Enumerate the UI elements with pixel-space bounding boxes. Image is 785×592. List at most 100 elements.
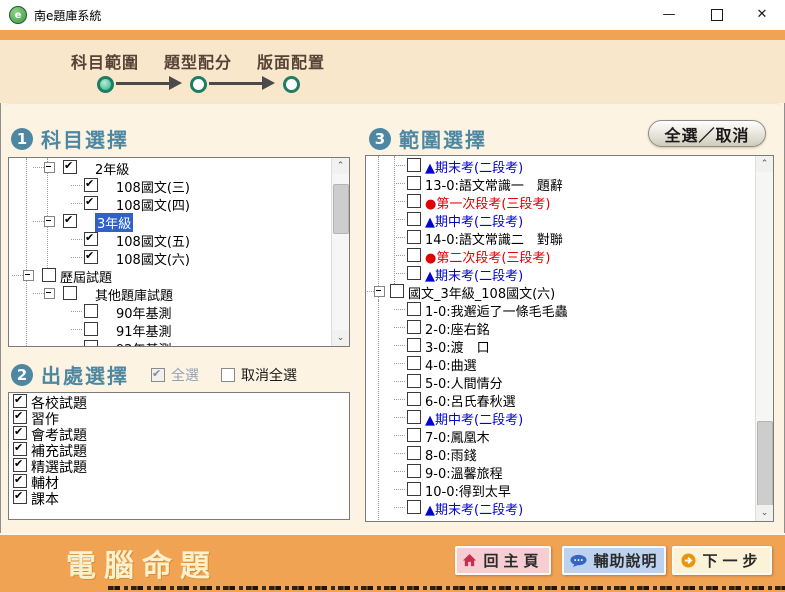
tree-item-checkbox[interactable]: [407, 482, 421, 496]
tree-item[interactable]: 其他題庫試題: [9, 284, 332, 302]
expand-collapse-icon[interactable]: [374, 286, 385, 297]
tree-item-checkbox[interactable]: [84, 196, 98, 210]
select-toggle-button[interactable]: 全選／取消: [648, 120, 766, 147]
source-item-checkbox[interactable]: [13, 394, 27, 408]
tree-item[interactable]: 91年基測: [9, 320, 332, 338]
select-all-checkbox-box[interactable]: [151, 368, 165, 382]
tree-item[interactable]: ▲期中考(二段考): [366, 408, 756, 426]
tree-item[interactable]: 108國文(五): [9, 230, 332, 248]
tree-item[interactable]: 90年基測: [9, 302, 332, 320]
tree-item[interactable]: 108國文(三): [9, 176, 332, 194]
tree-item-checkbox[interactable]: [407, 266, 421, 280]
source-list-item[interactable]: 輔材: [9, 473, 349, 489]
tree-item-checkbox[interactable]: [84, 322, 98, 336]
tree-item[interactable]: 108國文(六): [9, 248, 332, 266]
tree-item-checkbox[interactable]: [407, 230, 421, 244]
tree-item-checkbox[interactable]: [407, 248, 421, 262]
source-item-checkbox[interactable]: [13, 474, 27, 488]
tree-item-checkbox[interactable]: [407, 176, 421, 190]
tree-item-checkbox[interactable]: [84, 178, 98, 192]
source-item-checkbox[interactable]: [13, 426, 27, 440]
tree-item[interactable]: 2-0:座右銘: [366, 318, 756, 336]
tree-item-checkbox[interactable]: [407, 212, 421, 226]
source-item-checkbox[interactable]: [13, 410, 27, 424]
subject-tree-scrollbar[interactable]: ⌃ ⌄: [331, 158, 349, 346]
expand-collapse-icon[interactable]: [23, 270, 34, 281]
source-item-checkbox[interactable]: [13, 442, 27, 456]
tree-item[interactable]: 9-0:溫馨旅程: [366, 462, 756, 480]
source-list-item[interactable]: 課本: [9, 489, 349, 505]
tree-item[interactable]: 1-0:我邂逅了一條毛毛蟲: [366, 300, 756, 318]
deselect-all-checkbox-box[interactable]: [221, 368, 235, 382]
tree-item[interactable]: ▲期末考(二段考): [366, 498, 756, 516]
scroll-up-icon[interactable]: ⌃: [332, 158, 349, 174]
maximize-button[interactable]: [700, 0, 734, 29]
source-item-checkbox[interactable]: [13, 490, 27, 504]
tree-item[interactable]: 4-0:曲選: [366, 354, 756, 372]
tree-item-checkbox[interactable]: [407, 410, 421, 424]
tree-item-checkbox[interactable]: [407, 392, 421, 406]
tree-item-checkbox[interactable]: [407, 500, 421, 514]
expand-collapse-icon[interactable]: [44, 216, 55, 227]
tree-item[interactable]: 3-0:渡 口: [366, 336, 756, 354]
tree-item-checkbox[interactable]: [407, 320, 421, 334]
range-tree-scrollbar[interactable]: ⌃ ⌄: [755, 156, 773, 521]
tree-item[interactable]: 7-0:鳳凰木: [366, 426, 756, 444]
tree-item[interactable]: 歷屆試題: [9, 266, 332, 284]
tree-item-checkbox[interactable]: [407, 428, 421, 442]
source-list-item[interactable]: 精選試題: [9, 457, 349, 473]
source-list-item[interactable]: 習作: [9, 409, 349, 425]
tree-item-checkbox[interactable]: [63, 160, 77, 174]
tree-item[interactable]: 108國文(四): [9, 194, 332, 212]
tree-item-checkbox[interactable]: [407, 446, 421, 460]
tree-item[interactable]: 13-0:語文常識一 題辭: [366, 174, 756, 192]
tree-item-checkbox[interactable]: [42, 268, 56, 282]
tree-item[interactable]: 92年基測: [9, 338, 332, 346]
tree-item[interactable]: 5-0:人間情分: [366, 372, 756, 390]
home-button[interactable]: 回主頁: [455, 546, 551, 575]
deselect-all-checkbox[interactable]: 取消全選: [221, 365, 297, 385]
minimize-button[interactable]: —: [652, 0, 686, 29]
tree-item[interactable]: ▲期末考(二段考): [366, 156, 756, 174]
tree-item-checkbox[interactable]: [407, 464, 421, 478]
source-item-checkbox[interactable]: [13, 458, 27, 472]
close-button[interactable]: ✕: [745, 0, 779, 29]
tree-item[interactable]: 3年級: [9, 212, 332, 230]
source-list-item[interactable]: 各校試題: [9, 393, 349, 409]
tree-item[interactable]: 2年級: [9, 158, 332, 176]
tree-item[interactable]: ▲期中考(二段考): [366, 210, 756, 228]
tree-item-checkbox[interactable]: [407, 158, 421, 172]
source-list-item[interactable]: 補充試題: [9, 441, 349, 457]
tree-item-checkbox[interactable]: [84, 250, 98, 264]
scroll-up-icon[interactable]: ⌃: [756, 156, 773, 172]
expand-collapse-icon[interactable]: [44, 162, 55, 173]
select-all-checkbox[interactable]: 全選: [151, 365, 199, 385]
scrollbar-thumb[interactable]: [757, 421, 773, 506]
tree-item-checkbox[interactable]: [407, 302, 421, 316]
scrollbar-thumb[interactable]: [333, 184, 349, 234]
tree-item-checkbox[interactable]: [63, 214, 77, 228]
source-list-item[interactable]: 會考試題: [9, 425, 349, 441]
tree-item[interactable]: 6-0:呂氏春秋選: [366, 390, 756, 408]
tree-item[interactable]: ●第二次段考(三段考): [366, 246, 756, 264]
tree-item-checkbox[interactable]: [407, 374, 421, 388]
tree-item-checkbox[interactable]: [84, 232, 98, 246]
tree-item-checkbox[interactable]: [407, 356, 421, 370]
tree-item[interactable]: 14-0:語文常識二 對聯: [366, 228, 756, 246]
tree-item[interactable]: 8-0:雨錢: [366, 444, 756, 462]
tree-item[interactable]: 國文_3年級_108國文(六): [366, 282, 756, 300]
next-step-button[interactable]: 下一步: [672, 546, 772, 575]
scroll-down-icon[interactable]: ⌄: [756, 505, 773, 521]
tree-item[interactable]: ▲期末考(二段考): [366, 264, 756, 282]
tree-item-checkbox[interactable]: [407, 194, 421, 208]
tree-item-checkbox[interactable]: [407, 338, 421, 352]
tree-item-checkbox[interactable]: [84, 304, 98, 318]
tree-item-checkbox[interactable]: [84, 340, 98, 346]
tree-item[interactable]: 10-0:得到太早: [366, 480, 756, 498]
tree-item-checkbox[interactable]: [390, 284, 404, 298]
help-button[interactable]: 輔助說明: [562, 546, 666, 575]
scroll-down-icon[interactable]: ⌄: [332, 330, 349, 346]
expand-collapse-icon[interactable]: [44, 288, 55, 299]
tree-item[interactable]: ●第一次段考(三段考): [366, 192, 756, 210]
tree-item-checkbox[interactable]: [63, 286, 77, 300]
